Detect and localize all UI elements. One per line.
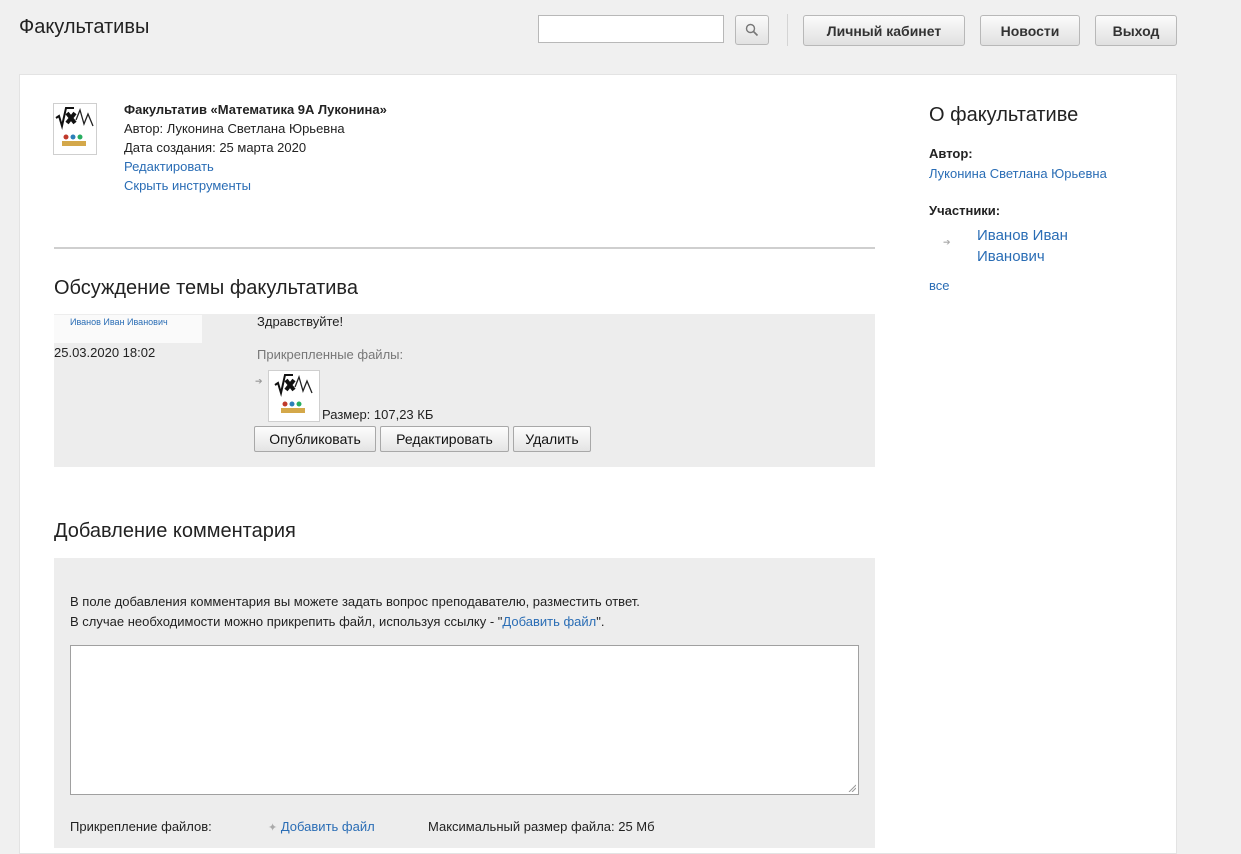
post-date: 25.03.2020 18:02 xyxy=(54,345,156,360)
hint-text-prefix: В случае необходимости можно прикрепить … xyxy=(70,614,503,629)
attach-files-label: Прикрепление файлов: xyxy=(70,819,212,834)
publish-button[interactable]: Опубликовать xyxy=(254,426,376,452)
comment-hint-line1: В поле добавления комментария вы можете … xyxy=(70,594,640,609)
add-comment-heading: Добавление комментария xyxy=(54,520,296,542)
post-text: Здравствуйте! xyxy=(257,314,344,329)
plus-icon: ✦ xyxy=(268,822,278,834)
member-link[interactable]: Иванов Иван Иванович xyxy=(977,225,1107,267)
delete-post-button[interactable]: Удалить xyxy=(513,426,591,452)
attached-files-label: Прикрепленные файлы: xyxy=(257,347,404,362)
post-author-link[interactable]: Иванов Иван Иванович xyxy=(70,317,170,327)
toolbar-divider xyxy=(787,14,788,46)
all-members-link[interactable]: все xyxy=(929,278,950,293)
section-divider xyxy=(54,247,875,249)
hint-add-file-link[interactable]: Добавить файл xyxy=(502,614,596,629)
course-created-date: Дата создания: 25 марта 2020 xyxy=(124,140,307,155)
course-author: Автор: Луконина Светлана Юрьевна xyxy=(124,121,345,136)
search-icon xyxy=(745,23,759,37)
edit-course-link[interactable]: Редактировать xyxy=(124,159,214,174)
file-thumbnail-icon[interactable] xyxy=(268,370,320,422)
search-button[interactable] xyxy=(735,15,769,45)
comment-textarea[interactable] xyxy=(70,645,859,795)
sidebar-members-label: Участники: xyxy=(929,203,1001,218)
file-size: Размер: 107,23 КБ xyxy=(322,407,434,422)
add-file-label: Добавить файл xyxy=(280,819,375,834)
math-course-icon xyxy=(53,103,97,155)
hide-tools-link[interactable]: Скрыть инструменты xyxy=(124,178,251,193)
discussion-heading: Обсуждение темы факультатива xyxy=(54,277,358,299)
course-title: Факультатив «Математика 9А Луконина» xyxy=(124,102,387,117)
resize-grip-icon[interactable] xyxy=(848,784,856,792)
bullet-icon: ➔ xyxy=(255,376,263,386)
top-bar: Факультативы Личный кабинет Новости Выхо… xyxy=(0,0,1241,60)
search-input[interactable] xyxy=(538,15,724,43)
personal-cabinet-button[interactable]: Личный кабинет xyxy=(803,15,965,46)
bullet-icon: ➔ xyxy=(943,237,951,247)
site-title: Факультативы xyxy=(19,16,150,38)
max-file-size: Максимальный размер файла: 25 Мб xyxy=(428,819,655,834)
hint-text-suffix: ". xyxy=(596,614,605,629)
add-file-link[interactable]: ✦ Добавить файл xyxy=(268,819,375,834)
news-button[interactable]: Новости xyxy=(980,15,1080,46)
sidebar-author-label: Автор: xyxy=(929,146,973,161)
edit-post-button[interactable]: Редактировать xyxy=(380,426,509,452)
sidebar-title: О факультативе xyxy=(929,104,1079,126)
sidebar-author-link[interactable]: Луконина Светлана Юрьевна xyxy=(929,166,1107,181)
comment-hint-line2: В случае необходимости можно прикрепить … xyxy=(70,614,605,629)
logout-button[interactable]: Выход xyxy=(1095,15,1177,46)
